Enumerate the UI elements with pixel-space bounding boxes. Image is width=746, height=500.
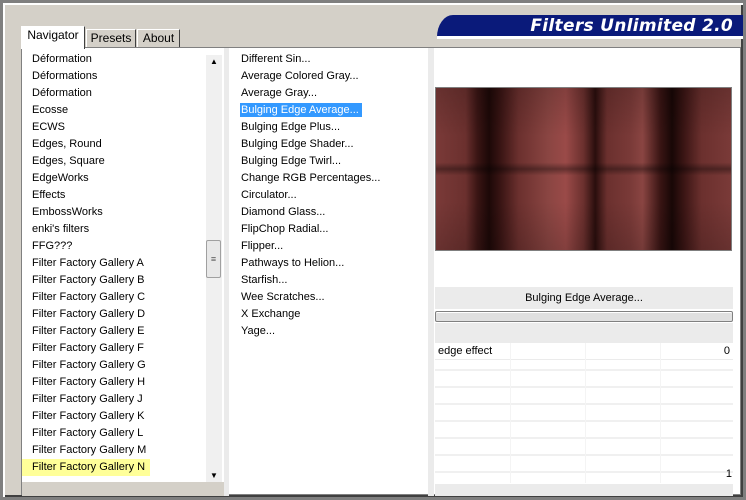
category-item[interactable]: ECWS: [22, 119, 205, 136]
filter-item[interactable]: Pathways to Helion...: [238, 255, 428, 272]
tab-presets-label: Presets: [90, 31, 132, 45]
filter-item[interactable]: Different Sin...: [238, 51, 428, 68]
bottom-parameter-value[interactable]: 1: [726, 468, 732, 480]
slider-track[interactable]: [435, 471, 733, 473]
category-item[interactable]: Filter Factory Gallery C: [22, 289, 205, 306]
category-item[interactable]: Edges, Round: [22, 136, 205, 153]
grid-line: [660, 343, 661, 483]
category-item[interactable]: Filter Factory Gallery E: [22, 323, 205, 340]
slider-track[interactable]: [435, 437, 733, 439]
tab-navigator-label: Navigator: [27, 28, 79, 42]
filter-item[interactable]: Diamond Glass...: [238, 204, 428, 221]
category-item[interactable]: Filter Factory Gallery J: [22, 391, 205, 408]
category-list[interactable]: Déformation Déformations Déformation Eco…: [22, 51, 205, 476]
filter-item[interactable]: Average Colored Gray...: [238, 68, 428, 85]
filter-item[interactable]: Flipper...: [238, 238, 428, 255]
category-item[interactable]: Ecosse: [22, 102, 205, 119]
parameter-row[interactable]: edge effect 0: [435, 343, 733, 360]
slider-track[interactable]: [435, 403, 733, 405]
slider-track[interactable]: [435, 420, 733, 422]
parameter-value[interactable]: 0: [724, 345, 730, 357]
filter-item[interactable]: X Exchange: [238, 306, 428, 323]
navigator-panel: Déformation Déformations Déformation Eco…: [21, 47, 741, 496]
category-item[interactable]: Filter Factory Gallery D: [22, 306, 205, 323]
grid-line: [510, 343, 511, 483]
category-item[interactable]: Filter Factory Gallery B: [22, 272, 205, 289]
current-filter-name: Bulging Edge Average...: [435, 287, 733, 309]
tab-navigator[interactable]: Navigator: [21, 26, 85, 49]
parameter-area: edge effect 0: [435, 323, 733, 493]
category-item[interactable]: Effects: [22, 187, 205, 204]
filter-item[interactable]: Change RGB Percentages...: [238, 170, 428, 187]
category-item[interactable]: Filter Factory Gallery M: [22, 442, 205, 459]
filter-list[interactable]: Different Sin... Average Colored Gray...…: [238, 51, 428, 340]
tab-presets[interactable]: Presets: [86, 29, 136, 48]
scroll-up-icon[interactable]: ▲: [206, 55, 222, 69]
column-divider: [224, 48, 229, 496]
category-item[interactable]: Filter Factory Gallery K: [22, 408, 205, 425]
filter-item[interactable]: Average Gray...: [238, 85, 428, 102]
slider-track[interactable]: [435, 369, 733, 371]
filter-item[interactable]: Yage...: [238, 323, 428, 340]
filter-item[interactable]: Starfish...: [238, 272, 428, 289]
category-item[interactable]: Déformation: [22, 51, 205, 68]
parameter-header: [435, 323, 733, 343]
filters-unlimited-window: Filters Unlimited 2.0 Navigator Presets …: [0, 0, 746, 500]
scroll-down-icon[interactable]: ▼: [206, 469, 222, 483]
current-filter-label: Bulging Edge Average...: [525, 292, 643, 304]
category-item[interactable]: Edges, Square: [22, 153, 205, 170]
grid-line: [585, 343, 586, 483]
progress-bar: [435, 311, 733, 322]
category-item[interactable]: enki's filters: [22, 221, 205, 238]
filter-item[interactable]: Bulging Edge Plus...: [238, 119, 428, 136]
category-item[interactable]: FFG???: [22, 238, 205, 255]
slider-track[interactable]: [435, 454, 733, 456]
filter-preview-image: [435, 87, 732, 251]
category-item[interactable]: Filter Factory Gallery G: [22, 357, 205, 374]
filter-item[interactable]: Bulging Edge Twirl...: [238, 153, 428, 170]
filter-item[interactable]: Wee Scratches...: [238, 289, 428, 306]
column-divider: [428, 48, 434, 496]
category-item[interactable]: Filter Factory Gallery A: [22, 255, 205, 272]
tab-about-label: About: [142, 31, 175, 45]
slider-track[interactable]: [435, 386, 733, 388]
category-item[interactable]: EdgeWorks: [22, 170, 205, 187]
filter-item[interactable]: Bulging Edge Shader...: [238, 136, 428, 153]
category-scrollbar[interactable]: ▲ ≡ ▼: [206, 55, 222, 483]
parameter-footer: [435, 484, 733, 496]
category-item-selected[interactable]: Filter Factory Gallery N: [22, 459, 151, 476]
category-item[interactable]: Déformations: [22, 68, 205, 85]
category-list-footer: [22, 482, 224, 496]
app-title: Filters Unlimited 2.0: [530, 16, 733, 36]
category-item[interactable]: EmbossWorks: [22, 204, 205, 221]
category-item[interactable]: Filter Factory Gallery F: [22, 340, 205, 357]
title-banner: Filters Unlimited 2.0: [437, 15, 743, 39]
filter-item[interactable]: FlipChop Radial...: [238, 221, 428, 238]
category-item[interactable]: Déformation: [22, 85, 205, 102]
tab-about[interactable]: About: [137, 29, 180, 48]
category-item[interactable]: Filter Factory Gallery L: [22, 425, 205, 442]
filter-item[interactable]: Circulator...: [238, 187, 428, 204]
parameter-label: edge effect: [438, 345, 493, 357]
scrollbar-thumb[interactable]: ≡: [206, 240, 221, 278]
category-item[interactable]: Filter Factory Gallery H: [22, 374, 205, 391]
filter-item-selected[interactable]: Bulging Edge Average...: [238, 102, 428, 119]
